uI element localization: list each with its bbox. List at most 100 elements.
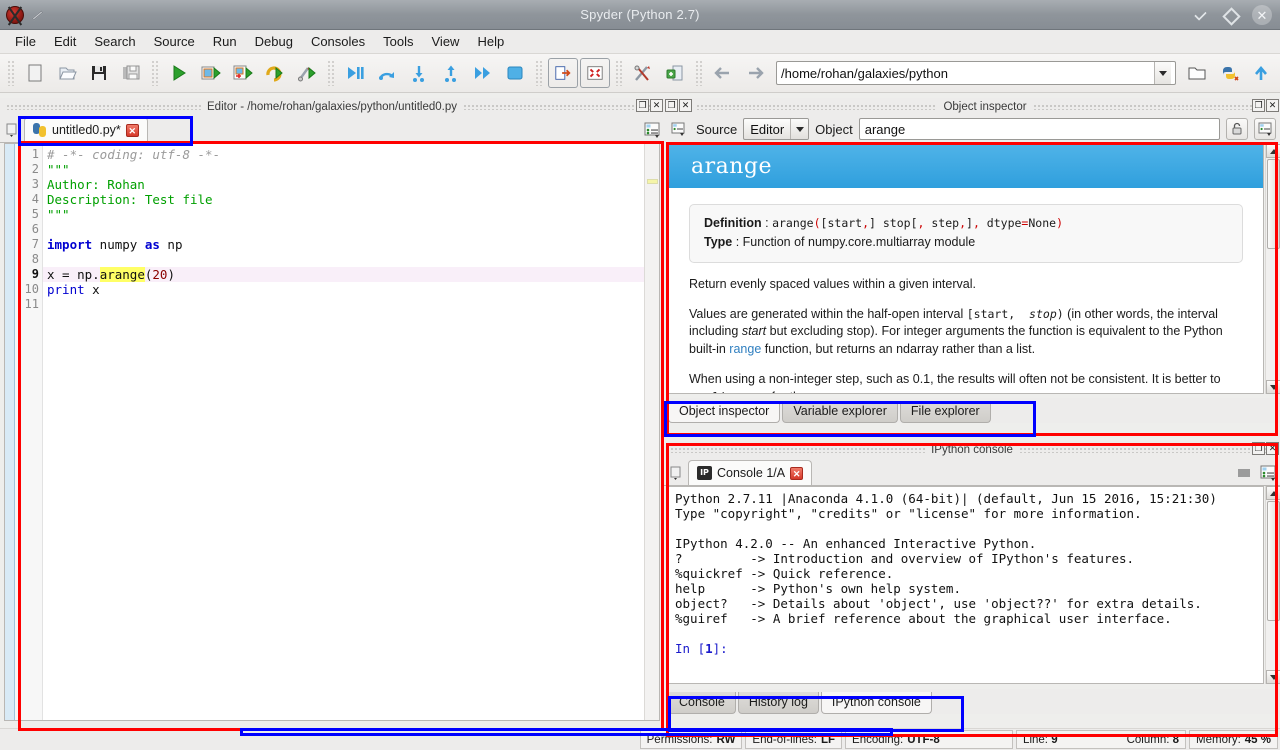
run-cell-icon[interactable] bbox=[196, 58, 226, 88]
pin-icon[interactable] bbox=[30, 8, 44, 22]
minimize-icon[interactable] bbox=[1192, 7, 1208, 23]
menu-item-consoles[interactable]: Consoles bbox=[302, 32, 374, 51]
close-pane-icon[interactable]: ✕ bbox=[679, 99, 692, 112]
encoding-label: Encoding: bbox=[852, 733, 904, 746]
pythonpath-icon[interactable] bbox=[660, 58, 690, 88]
run-cell-advance-icon[interactable] bbox=[228, 58, 258, 88]
python-path-icon[interactable] bbox=[1214, 58, 1244, 88]
memory-label: Memory: bbox=[1196, 733, 1241, 746]
menu-item-edit[interactable]: Edit bbox=[45, 32, 85, 51]
doc-type-row: Type : Function of numpy.core.multiarray… bbox=[704, 235, 976, 250]
scrollbar-thumb[interactable] bbox=[1267, 159, 1280, 249]
editor-tab-untitled0[interactable]: untitled0.py* ✕ bbox=[24, 117, 148, 142]
menu-item-run[interactable]: Run bbox=[204, 32, 246, 51]
console-line: ? -> Introduction and overview of IPytho… bbox=[675, 551, 1135, 566]
close-tab-icon[interactable]: ✕ bbox=[125, 123, 139, 137]
browse-tabs-icon[interactable] bbox=[666, 461, 688, 485]
scrollbar-thumb[interactable] bbox=[1267, 501, 1280, 621]
close-pane-icon[interactable]: ✕ bbox=[1266, 99, 1279, 112]
maximize-icon[interactable] bbox=[1222, 7, 1238, 23]
close-pane-icon[interactable]: ✕ bbox=[650, 99, 663, 112]
console-prompt[interactable]: In [1]: bbox=[675, 641, 1263, 656]
tab-ipython-console[interactable]: IPython console bbox=[820, 692, 932, 714]
scroll-up-icon[interactable] bbox=[1266, 144, 1280, 158]
object-inspector-scrollbar[interactable] bbox=[1265, 144, 1280, 394]
object-inspector-pane: ❐ ✕ Object inspector ❐ ✕ Source Editor O… bbox=[664, 98, 1280, 440]
scroll-down-icon[interactable] bbox=[1266, 670, 1280, 684]
save-file-icon[interactable] bbox=[84, 58, 114, 88]
chevron-down-icon[interactable] bbox=[1154, 62, 1171, 84]
close-pane-icon[interactable]: ✕ bbox=[1266, 442, 1279, 455]
step-over-icon[interactable] bbox=[372, 58, 402, 88]
close-icon[interactable]: ✕ bbox=[1252, 5, 1272, 25]
tab-variable-explorer[interactable]: Variable explorer bbox=[782, 401, 898, 423]
scroll-up-icon[interactable] bbox=[1266, 486, 1280, 500]
folder-icon[interactable] bbox=[1182, 58, 1212, 88]
new-file-icon[interactable] bbox=[20, 58, 50, 88]
title-bar: Spyder (Python 2.7) ✕ bbox=[0, 0, 1280, 30]
menu-item-debug[interactable]: Debug bbox=[246, 32, 302, 51]
save-all-icon[interactable] bbox=[116, 58, 146, 88]
menu-item-search[interactable]: Search bbox=[85, 32, 144, 51]
eol-value: LF bbox=[820, 733, 836, 746]
arrow-right-icon[interactable] bbox=[740, 58, 770, 88]
line-number: 1 bbox=[31, 147, 39, 161]
open-file-icon[interactable] bbox=[52, 58, 82, 88]
code-line: """ bbox=[47, 207, 70, 222]
options-icon[interactable] bbox=[640, 118, 664, 142]
browse-tabs-icon[interactable] bbox=[668, 118, 690, 140]
arrow-up-icon[interactable] bbox=[1246, 58, 1276, 88]
editor-pane: Editor - /home/rohan/galaxies/python/unt… bbox=[0, 98, 664, 728]
line-number: 4 bbox=[31, 192, 39, 206]
editor-code[interactable]: # -*- coding: utf-8 -*- """ Author: Rohan D… bbox=[43, 144, 644, 720]
doc-body: Return evenly spaced values within a giv… bbox=[689, 276, 1243, 393]
menu-item-tools[interactable]: Tools bbox=[374, 32, 422, 51]
browse-tabs-icon[interactable] bbox=[2, 118, 24, 142]
scroll-down-icon[interactable] bbox=[1266, 380, 1280, 394]
console-scrollbar[interactable] bbox=[1265, 486, 1280, 684]
rerun-icon[interactable] bbox=[260, 58, 290, 88]
maximize-pane-icon[interactable] bbox=[548, 58, 578, 88]
fullscreen-icon[interactable] bbox=[580, 58, 610, 88]
options-icon[interactable] bbox=[1254, 118, 1276, 140]
editor-marker-column[interactable] bbox=[644, 144, 659, 720]
undock-icon[interactable]: ❐ bbox=[636, 99, 649, 112]
working-directory-input[interactable]: /home/rohan/galaxies/python bbox=[776, 61, 1176, 85]
code-line: print x bbox=[47, 282, 100, 297]
editor-text-area[interactable]: 1 2 3 4 5 6 7 8 9 10 11 # -*- coding: ut… bbox=[4, 143, 660, 721]
arrow-left-icon[interactable] bbox=[708, 58, 738, 88]
undock-icon[interactable]: ❐ bbox=[665, 99, 678, 112]
close-tab-icon[interactable]: ✕ bbox=[790, 466, 804, 480]
run-file-icon[interactable] bbox=[164, 58, 194, 88]
stop-icon[interactable] bbox=[1232, 461, 1256, 485]
menu-item-help[interactable]: Help bbox=[468, 32, 513, 51]
chevron-down-icon[interactable] bbox=[790, 119, 809, 139]
tab-history-log[interactable]: History log bbox=[737, 692, 819, 714]
tab-console[interactable]: Console bbox=[668, 692, 736, 714]
menu-item-file[interactable]: File bbox=[6, 32, 45, 51]
menu-item-view[interactable]: View bbox=[423, 32, 469, 51]
object-input[interactable]: arange bbox=[858, 118, 1220, 140]
step-return-icon[interactable] bbox=[436, 58, 466, 88]
console-output[interactable]: Python 2.7.11 |Anaconda 4.1.0 (64-bit)| … bbox=[668, 486, 1264, 684]
step-into-icon[interactable] bbox=[404, 58, 434, 88]
stop-debug-icon[interactable] bbox=[500, 58, 530, 88]
console-line: %guiref -> A brief reference about the g… bbox=[675, 611, 1172, 626]
configure-run-icon[interactable] bbox=[292, 58, 322, 88]
undock-icon[interactable]: ❐ bbox=[1252, 99, 1265, 112]
continue-icon[interactable] bbox=[468, 58, 498, 88]
object-inspector-controls: Source Editor Object arange bbox=[664, 115, 1280, 143]
console-tab-label: Console 1/A bbox=[717, 466, 786, 480]
tab-object-inspector[interactable]: Object inspector bbox=[668, 401, 781, 423]
doc-definition-box: Definition : arange([start,] stop[, step… bbox=[689, 204, 1243, 263]
debug-file-icon[interactable] bbox=[340, 58, 370, 88]
preferences-icon[interactable] bbox=[628, 58, 658, 88]
lock-icon[interactable] bbox=[1226, 118, 1248, 140]
menu-item-source[interactable]: Source bbox=[145, 32, 204, 51]
console-tab-1a[interactable]: IP Console 1/A ✕ bbox=[688, 460, 813, 485]
options-icon[interactable] bbox=[1256, 461, 1280, 485]
tab-file-explorer[interactable]: File explorer bbox=[899, 401, 991, 423]
undock-icon[interactable]: ❐ bbox=[1252, 442, 1265, 455]
source-select[interactable]: Editor bbox=[743, 118, 810, 140]
